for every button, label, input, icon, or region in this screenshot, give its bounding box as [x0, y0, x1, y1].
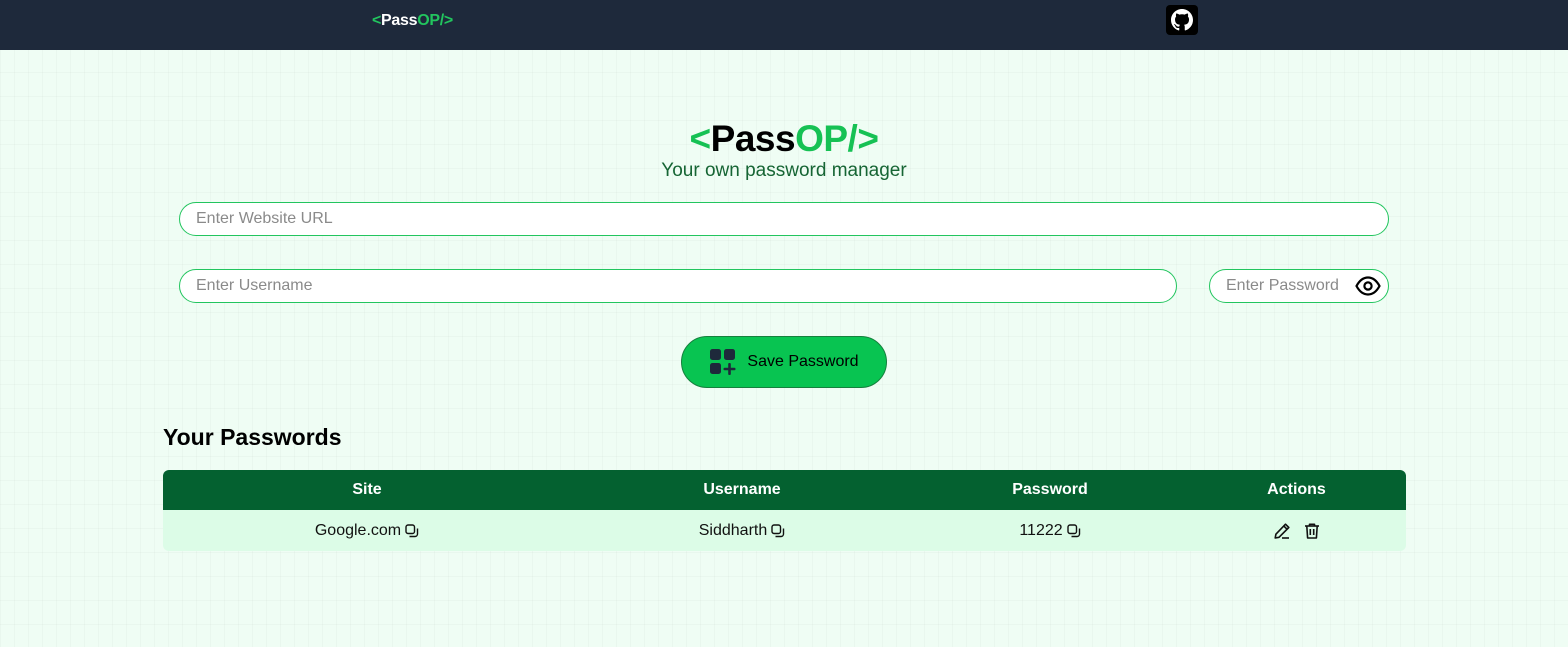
column-header-password: Password: [1012, 481, 1088, 498]
nav-logo-open: <: [372, 12, 382, 29]
website-url-input[interactable]: [179, 202, 1389, 236]
nav-logo-pass: Pass: [381, 12, 418, 29]
site-cell: Google.com: [163, 522, 571, 540]
column-header-username: Username: [703, 481, 781, 498]
copy-icon: [771, 523, 785, 537]
username-value: Siddharth: [698, 521, 768, 539]
nav-logo-close: >: [443, 12, 453, 29]
table-row: Google.com Siddharth 11222: [163, 510, 1406, 551]
copy-site-button[interactable]: [405, 523, 419, 538]
column-header-actions: Actions: [1267, 481, 1326, 498]
copy-password-button[interactable]: [1066, 523, 1081, 538]
save-password-label: Save Password: [747, 353, 859, 370]
username-input[interactable]: [179, 269, 1177, 303]
eye-icon: [1355, 276, 1381, 296]
tagline: Your own password manager: [661, 160, 907, 181]
brand-pass: Pass: [710, 118, 796, 159]
delete-button[interactable]: [1303, 522, 1321, 540]
passwords-section-title: Your Passwords: [163, 424, 342, 450]
github-button[interactable]: [1166, 5, 1198, 35]
add-grid-icon: [710, 349, 736, 375]
copy-icon: [1066, 523, 1080, 537]
brand-title: <PassOP/>: [0, 118, 1568, 160]
copy-icon: [405, 523, 419, 537]
github-icon: [1171, 9, 1193, 31]
brand-open: <: [689, 118, 712, 159]
nav-logo[interactable]: <PassOP/>: [372, 12, 453, 30]
navbar: <PassOP/>: [0, 0, 1568, 50]
column-header-site: Site: [352, 481, 382, 498]
copy-username-button[interactable]: [771, 523, 785, 538]
brand-op: OP/>: [795, 118, 879, 159]
show-password-toggle[interactable]: [1354, 274, 1382, 298]
save-password-button[interactable]: Save Password: [681, 336, 887, 388]
password-cell: 11222: [913, 522, 1187, 540]
table-header: Site Username Password Actions: [163, 470, 1406, 510]
username-cell: Siddharth: [571, 522, 913, 540]
trash-icon: [1304, 523, 1319, 539]
passwords-table: Site Username Password Actions Google.co…: [163, 470, 1406, 551]
site-link[interactable]: Google.com: [315, 522, 401, 540]
edit-button[interactable]: [1273, 522, 1291, 540]
password-value: 11222: [1019, 521, 1063, 539]
nav-logo-op: OP/: [417, 12, 444, 29]
edit-icon: [1273, 522, 1290, 539]
actions-cell: [1187, 522, 1406, 540]
